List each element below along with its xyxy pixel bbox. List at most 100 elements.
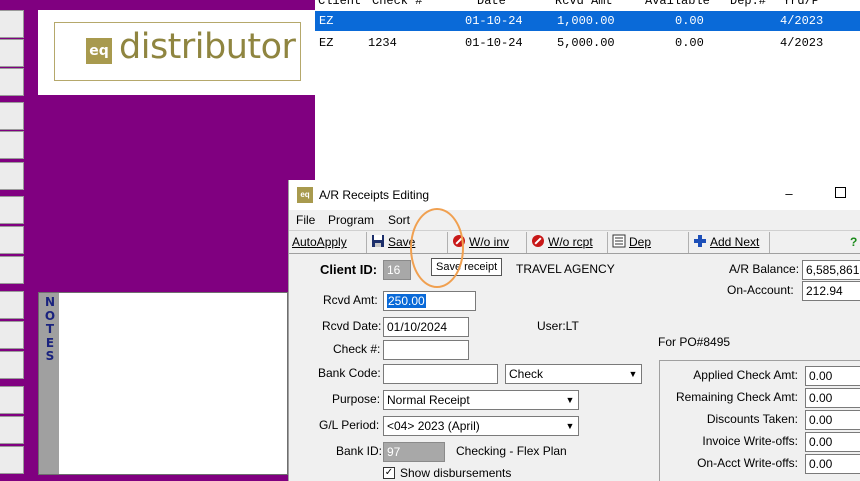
autoapply-button[interactable]: AutoApply (289, 232, 367, 253)
floppy-disk-icon (371, 234, 385, 248)
rcvd-date-label: Rcvd Date: (322, 319, 382, 333)
list-header: Client Check # Date Rcvd Amt Available D… (315, 0, 860, 8)
chevron-down-icon[interactable]: ▼ (563, 418, 577, 434)
bank-code-field[interactable] (383, 364, 498, 384)
minimize-icon[interactable]: – (779, 185, 799, 205)
header-date[interactable]: Date (477, 0, 506, 8)
header-dep[interactable]: Dep.# (730, 0, 766, 8)
ledger-icon (612, 234, 626, 248)
check-field[interactable] (383, 340, 469, 360)
strip-button[interactable] (0, 10, 24, 38)
receipt-form: Client ID: 16 TRAVEL AGENCY Rcvd Amt: 25… (289, 254, 860, 481)
dep-button[interactable]: Dep (609, 232, 689, 253)
notes-panel[interactable]: N O T E S (38, 292, 288, 475)
rcvd-amt-field[interactable]: 250.00 (383, 291, 476, 311)
on-account-field: 212.94 (802, 281, 860, 301)
cell-available: 0.00 (675, 14, 704, 28)
strip-button[interactable] (0, 351, 24, 379)
strip-button[interactable] (0, 162, 24, 190)
remaining-check-amt-field: 0.00 (805, 388, 860, 408)
strip-button[interactable] (0, 291, 24, 319)
cell-period: 4/2023 (780, 14, 824, 28)
plus-icon (693, 234, 707, 248)
left-button-strip (0, 0, 24, 481)
strip-button[interactable] (0, 386, 24, 414)
logo-frame: eq distributor (54, 22, 301, 81)
toolbar: AutoApply Save W/o inv W/o rcpt Dep Add (289, 230, 860, 254)
applied-check-amt-label: Applied Check Amt: (693, 368, 798, 382)
rcvd-date-field[interactable]: 01/10/2024 (383, 317, 469, 337)
strip-button[interactable] (0, 68, 24, 96)
on-acct-write-offs-field: 0.00 (805, 454, 860, 474)
notes-letter: N (44, 295, 56, 309)
strip-button[interactable] (0, 416, 24, 444)
strip-button[interactable] (0, 196, 24, 224)
po-note: For PO#8495 (658, 335, 731, 349)
client-id-label: Client ID: (320, 262, 378, 277)
applied-check-amt-field: 0.00 (805, 366, 860, 386)
receipt-list[interactable]: Client Check # Date Rcvd Amt Available D… (315, 0, 860, 180)
show-disbursements-checkbox[interactable]: ✓ (383, 467, 395, 479)
header-period[interactable]: Yrd/P (783, 0, 819, 8)
strip-button[interactable] (0, 321, 24, 349)
menu-bar: File Program Sort (289, 210, 860, 230)
header-check[interactable]: Check # (372, 0, 422, 8)
logo-text: distributor (119, 27, 296, 67)
client-id-field[interactable]: 16 (383, 260, 411, 280)
cell-client: EZ (319, 36, 334, 50)
logo-panel: eq distributor (38, 10, 315, 95)
strip-button[interactable] (0, 102, 24, 130)
table-row[interactable]: EZ 01-10-24 1,000.00 0.00 4/2023 (315, 11, 860, 31)
cell-available: 0.00 (675, 36, 704, 50)
title-bar[interactable]: eq A/R Receipts Editing – (289, 180, 860, 210)
wo-inv-label: W/o inv (469, 235, 510, 249)
app-icon: eq (297, 187, 313, 203)
header-rcvd-amt[interactable]: Rcvd Amt (555, 0, 613, 8)
menu-sort[interactable]: Sort (388, 213, 410, 227)
wo-rcpt-button[interactable]: W/o rcpt (528, 232, 608, 253)
wo-rcpt-label: W/o rcpt (548, 235, 593, 249)
header-available[interactable]: Available (645, 0, 710, 8)
cell-check: 1234 (368, 36, 397, 50)
strip-button[interactable] (0, 256, 24, 284)
cell-client: EZ (319, 14, 334, 28)
menu-file[interactable]: File (296, 213, 315, 227)
chevron-down-icon[interactable]: ▼ (563, 392, 577, 408)
notes-letter: T (45, 322, 55, 336)
bank-id-field[interactable]: 97 (383, 442, 445, 462)
table-row[interactable]: EZ 1234 01-10-24 5,000.00 0.00 4/2023 (315, 33, 860, 53)
client-name: TRAVEL AGENCY (516, 262, 615, 276)
ar-balance-field: 6,585,861.6 (802, 260, 860, 280)
invoice-write-offs-label: Invoice Write-offs: (702, 434, 798, 448)
chevron-down-icon[interactable]: ▼ (626, 366, 640, 382)
dep-label: Dep (629, 235, 652, 249)
notes-letter: O (44, 308, 56, 323)
strip-button[interactable] (0, 446, 24, 474)
cell-amount: 1,000.00 (557, 14, 615, 28)
add-next-label: Add Next (710, 235, 760, 249)
gl-period-value: <04> 2023 (April) (387, 419, 480, 433)
help-icon[interactable]: ? (847, 232, 860, 253)
strip-button[interactable] (0, 226, 24, 254)
bank-name: Checking - Flex Plan (456, 444, 567, 458)
purpose-select[interactable]: Normal Receipt ▼ (383, 390, 579, 410)
remaining-check-amt-label: Remaining Check Amt: (675, 390, 798, 404)
user-label: User:LT (537, 319, 579, 333)
logo-mark: eq (86, 38, 112, 64)
add-next-button[interactable]: Add Next (690, 232, 770, 253)
gl-period-select[interactable]: <04> 2023 (April) ▼ (383, 416, 579, 436)
window-title: A/R Receipts Editing (319, 188, 430, 202)
on-account-label: On-Account: (727, 283, 794, 297)
strip-button[interactable] (0, 131, 24, 159)
strip-button[interactable] (0, 39, 24, 67)
menu-program[interactable]: Program (328, 213, 374, 227)
maximize-icon[interactable] (835, 187, 846, 198)
bank-id-label: Bank ID: (336, 444, 383, 458)
header-client[interactable]: Client (318, 0, 361, 8)
payment-type-value: Check (509, 367, 544, 381)
cell-period: 4/2023 (780, 36, 824, 50)
cell-date: 01-10-24 (465, 36, 523, 50)
discounts-taken-label: Discounts Taken: (706, 412, 798, 426)
notes-letters: N O T E S (43, 295, 57, 364)
payment-type-select[interactable]: Check ▼ (505, 364, 642, 384)
